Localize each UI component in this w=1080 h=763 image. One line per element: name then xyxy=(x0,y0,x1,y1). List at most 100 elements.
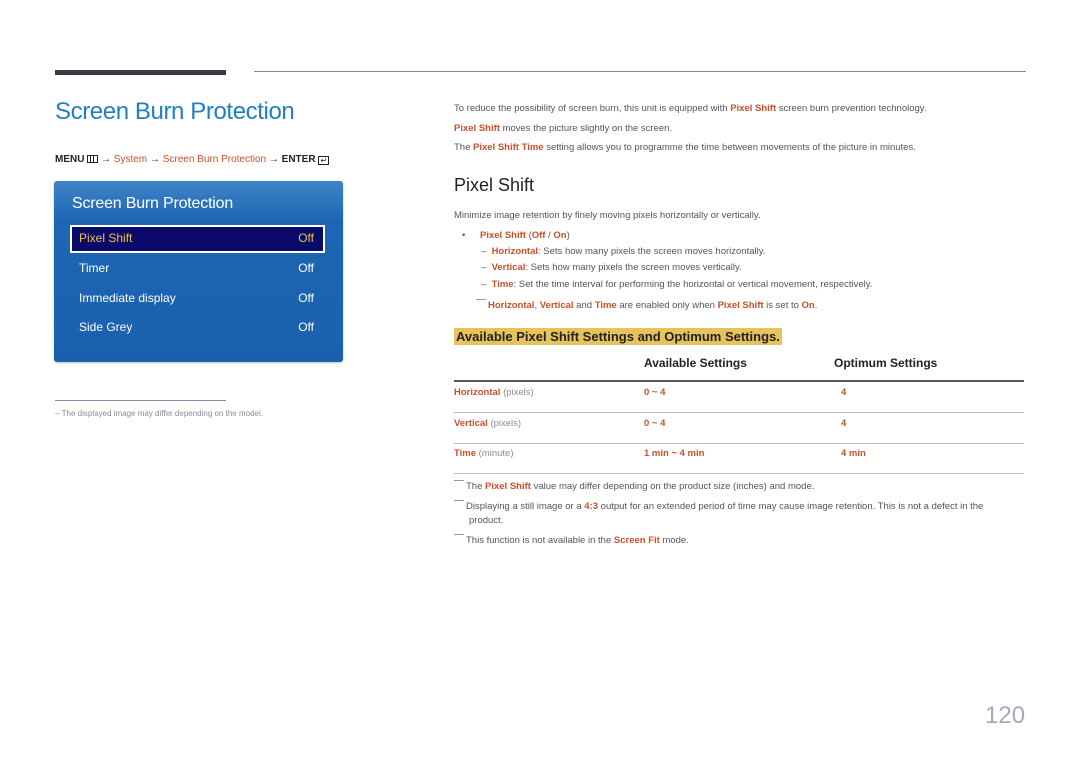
note-pixel-shift-value: The Pixel Shift value may differ dependi… xyxy=(454,480,814,492)
osd-item-label: Timer xyxy=(79,261,110,275)
term: Horizontal xyxy=(491,246,539,257)
osd-item-label: Side Grey xyxy=(79,320,133,334)
term: Screen Fit xyxy=(613,535,660,546)
menu-icon xyxy=(87,155,99,163)
text: and xyxy=(573,300,595,311)
breadcrumb-screen-burn-protection[interactable]: Screen Burn Protection xyxy=(163,154,266,165)
optimum-value: 4 xyxy=(841,418,847,429)
text: : Set the time interval for performing t… xyxy=(513,279,873,290)
osd-item-value: Off xyxy=(298,261,314,275)
unit: (minute) xyxy=(476,448,514,459)
note-icon xyxy=(454,500,464,501)
osd-item-pixel-shift[interactable]: Pixel Shift Off xyxy=(70,225,325,253)
text: mode. xyxy=(659,535,689,546)
dash-icon: – xyxy=(481,279,492,290)
row-divider xyxy=(454,473,1024,474)
option-on: On xyxy=(553,230,567,241)
column-header-optimum: Optimum Settings xyxy=(834,356,938,370)
osd-item-value: Off xyxy=(298,320,314,334)
osd-item-side-grey[interactable]: Side Grey Off xyxy=(70,314,325,342)
intro-line-2: Pixel Shift moves the picture slightly o… xyxy=(454,123,672,134)
highlight-term: Pixel Shift Time xyxy=(473,142,544,153)
text: output for an extended period of time ma… xyxy=(598,501,984,512)
osd-item-timer[interactable]: Timer Off xyxy=(70,255,325,283)
term: 4:3 xyxy=(584,501,599,512)
term: Horizontal xyxy=(488,300,535,311)
option-off: Off xyxy=(531,230,546,241)
option-label: Pixel Shift xyxy=(480,230,526,241)
pixel-shift-option: Pixel Shift (Off / On) xyxy=(480,230,570,241)
pixel-shift-note: Horizontal, Vertical and Time are enable… xyxy=(476,299,817,311)
osd-item-value: Off xyxy=(298,231,314,245)
breadcrumb-system[interactable]: System xyxy=(114,154,147,165)
note-screen-fit: This function is not available in the Sc… xyxy=(454,534,689,546)
term: Pixel Shift xyxy=(485,481,531,492)
available-value: 0 ~ 4 xyxy=(644,387,666,398)
dash-icon: – xyxy=(481,262,492,273)
table-heading: Available Pixel Shift Settings and Optim… xyxy=(454,328,782,345)
text: : Sets how many pixels the screen moves … xyxy=(525,262,742,273)
sub-item-vertical: – Vertical: Sets how many pixels the scr… xyxy=(481,262,742,273)
unit: (pixels) xyxy=(487,418,522,429)
row-label: Time (minute) xyxy=(454,448,514,459)
row-label: Horizontal (pixels) xyxy=(454,387,534,398)
arrow-icon: → xyxy=(268,154,279,165)
footnote-text: The displayed image may differ depending… xyxy=(61,409,263,418)
term: Vertical xyxy=(454,418,488,429)
note-icon xyxy=(476,299,486,300)
row-label: Vertical (pixels) xyxy=(454,418,521,429)
text: To reduce the possibility of screen burn… xyxy=(454,103,731,114)
term: Time xyxy=(491,279,514,290)
note-still-image-cont: product. xyxy=(469,515,504,526)
term: Pixel Shift xyxy=(717,300,764,311)
section-title: Pixel Shift xyxy=(454,175,535,195)
bullet-icon: • xyxy=(462,230,466,241)
note-icon xyxy=(454,534,464,535)
menu-path-breadcrumb: MENU → System → Screen Burn Protection →… xyxy=(55,154,330,165)
table-header-rule xyxy=(454,380,1024,382)
text: ) xyxy=(566,230,570,241)
term: Vertical xyxy=(539,300,574,311)
text: setting allows you to programme the time… xyxy=(543,142,916,153)
text: This function is not available in the xyxy=(466,535,614,546)
note-still-image: Displaying a still image or a 4:3 output… xyxy=(454,500,983,512)
intro-line-1: To reduce the possibility of screen burn… xyxy=(454,103,926,114)
dash-icon: – xyxy=(481,246,492,257)
dash-icon: – xyxy=(55,409,62,418)
osd-menu-panel: Screen Burn Protection Pixel Shift Off T… xyxy=(54,181,343,362)
enter-icon: ↵ xyxy=(318,156,330,165)
sub-item-horizontal: – Horizontal: Sets how many pixels the s… xyxy=(481,246,765,257)
footnote-rule xyxy=(55,400,226,401)
term: Vertical xyxy=(491,262,526,273)
header-rule-thin xyxy=(254,71,1026,72)
header-rule-thick xyxy=(55,70,226,75)
text: is set to xyxy=(763,300,802,311)
sub-item-time: – Time: Set the time interval for perfor… xyxy=(481,279,872,290)
page-title: Screen Burn Protection xyxy=(55,98,295,125)
enter-label: ENTER xyxy=(281,154,316,165)
text: : Sets how many pixels the screen moves … xyxy=(538,246,766,257)
unit: (pixels) xyxy=(500,387,534,398)
column-header-available: Available Settings xyxy=(644,356,747,370)
osd-item-label: Immediate display xyxy=(79,291,176,305)
text: The xyxy=(466,481,486,492)
osd-item-label: Pixel Shift xyxy=(79,231,133,245)
arrow-icon: → xyxy=(101,154,112,165)
intro-line-3: The Pixel Shift Time setting allows you … xyxy=(454,142,916,153)
menu-label: MENU xyxy=(55,154,85,165)
osd-item-value: Off xyxy=(298,291,314,305)
term: On xyxy=(801,300,815,311)
text: moves the picture slightly on the screen… xyxy=(499,123,673,134)
osd-title: Screen Burn Protection xyxy=(72,195,234,212)
pixel-shift-description: Minimize image retention by finely movin… xyxy=(454,210,761,221)
footnote: – The displayed image may differ dependi… xyxy=(55,409,263,418)
text: are enabled only when xyxy=(616,300,718,311)
text: screen burn prevention technology. xyxy=(776,103,927,114)
term: Time xyxy=(454,448,477,459)
osd-item-immediate-display[interactable]: Immediate display Off xyxy=(70,285,325,313)
text: . xyxy=(814,300,818,311)
highlight-term: Pixel Shift xyxy=(730,103,777,114)
term: Time xyxy=(594,300,617,311)
optimum-value: 4 min xyxy=(841,448,866,459)
row-divider xyxy=(454,412,1024,413)
